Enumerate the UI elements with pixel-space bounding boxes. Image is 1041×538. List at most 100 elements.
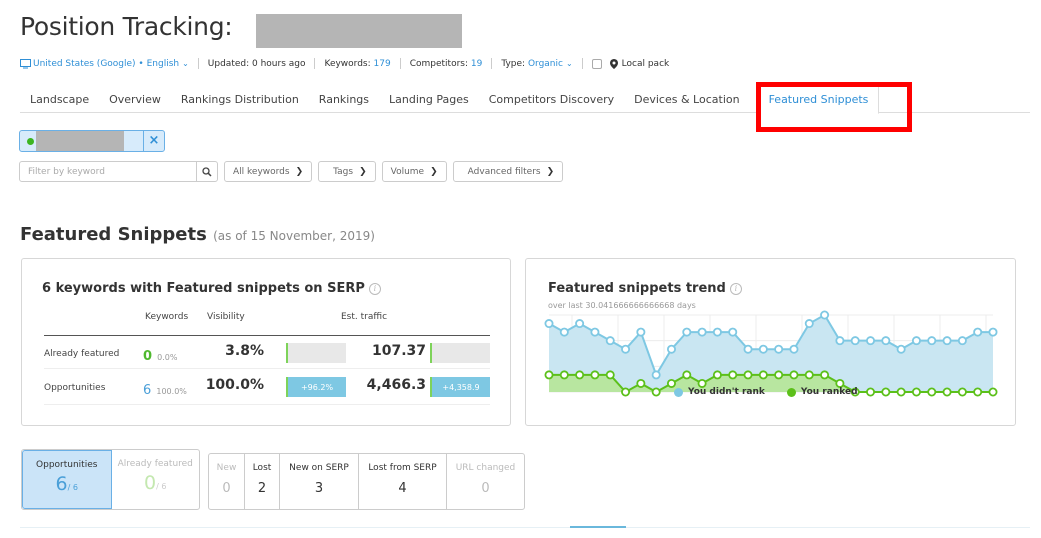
bottom-divider <box>20 527 1030 528</box>
type-selector[interactable]: Type: Organic ⌄ <box>501 59 572 69</box>
keywords-label: Keywords: <box>324 58 371 69</box>
traffic-value: 107.37 <box>371 343 426 359</box>
point-didnt-rank <box>728 327 738 337</box>
chevron-down-icon: ❯ <box>546 166 555 177</box>
keyword-count: 0 0.0% <box>143 345 177 364</box>
info-icon[interactable]: i <box>368 282 381 295</box>
all-keywords-dropdown[interactable]: All keywords ❯ <box>224 161 313 182</box>
legend-label-ranked[interactable]: You ranked <box>801 387 858 397</box>
point-ranked <box>682 370 692 380</box>
keyword-count-pct: 100.0% <box>156 387 187 396</box>
keyword-filter-input[interactable] <box>20 162 196 181</box>
legend-dot-ranked <box>786 387 796 397</box>
table-header-divider <box>44 335 490 336</box>
section-title-text: Featured Snippets <box>20 224 207 245</box>
point-ranked <box>743 370 753 380</box>
tab-competitors-discovery[interactable]: Competitors Discovery <box>479 84 624 113</box>
tab-overview[interactable]: Overview <box>99 84 171 113</box>
point-didnt-rank <box>911 336 921 346</box>
change-tab-new[interactable]: New 0 <box>209 454 245 509</box>
competitors-value[interactable]: 19 <box>471 59 482 69</box>
location-selector[interactable]: United States (Google) • English ⌄ <box>20 58 189 69</box>
desktop-icon <box>20 58 31 68</box>
divider <box>491 58 493 69</box>
point-didnt-rank <box>820 310 830 320</box>
visibility-delta: +96.2% <box>300 382 334 392</box>
tab-landing-pages[interactable]: Landing Pages <box>379 84 479 113</box>
volume-dropdown[interactable]: Volume ❯ <box>381 161 447 182</box>
divider <box>399 58 401 69</box>
point-ranked <box>605 370 615 380</box>
trend-card-title-text: Featured snippets trend <box>548 281 726 296</box>
point-ranked <box>544 370 554 380</box>
legend-label-didnt-rank[interactable]: You didn't rank <box>688 387 765 397</box>
traffic-value: 4,466.3 <box>366 377 426 393</box>
point-didnt-rank <box>590 327 600 337</box>
competitors-label: Competitors: <box>409 58 469 69</box>
point-didnt-rank <box>575 319 585 329</box>
tab-landscape[interactable]: Landscape <box>20 84 99 113</box>
status-tab-value: 6/ 6 <box>23 473 111 495</box>
change-tab-new-on-serp[interactable]: New on SERP 3 <box>280 454 359 509</box>
point-didnt-rank <box>636 327 646 337</box>
point-didnt-rank <box>881 336 891 346</box>
location-label: United States (Google) • English <box>33 58 180 69</box>
divider <box>581 58 583 69</box>
traffic-bar: +4,358.9 <box>430 377 490 397</box>
tab-devices-location[interactable]: Devices & Location <box>624 84 749 113</box>
change-tab-value: 4 <box>398 481 407 496</box>
status-tab-label: Opportunities <box>36 460 98 470</box>
redacted-domain <box>256 14 462 48</box>
point-didnt-rank <box>758 344 768 354</box>
local-pack-label: Local pack <box>621 58 670 69</box>
advanced-filters-dropdown[interactable]: Advanced filters ❯ <box>452 161 564 182</box>
status-total: / 6 <box>67 483 78 492</box>
point-didnt-rank <box>544 319 554 329</box>
volume-label: Volume <box>390 166 425 177</box>
point-didnt-rank <box>621 344 631 354</box>
status-tab-opportunities[interactable]: Opportunities 6/ 6 <box>22 450 112 509</box>
change-tab-url-changed[interactable]: URL changed 0 <box>447 454 524 509</box>
divider <box>197 58 199 69</box>
point-didnt-rank <box>651 370 661 380</box>
keyword-count-value[interactable]: 6 <box>143 383 151 398</box>
annotation-highlight-box <box>756 82 912 132</box>
point-didnt-rank <box>896 344 906 354</box>
local-pack-checkbox[interactable] <box>591 58 602 69</box>
change-tab-lost-from-serp[interactable]: Lost from SERP 4 <box>359 454 447 509</box>
point-ranked <box>896 387 906 397</box>
change-tab-lost[interactable]: Lost 2 <box>245 454 280 509</box>
map-pin-icon <box>609 58 618 69</box>
point-didnt-rank <box>743 344 753 354</box>
point-didnt-rank <box>835 336 845 346</box>
point-didnt-rank <box>866 336 876 346</box>
point-didnt-rank <box>973 327 983 337</box>
status-tab-already-featured[interactable]: Already featured 0/ 6 <box>112 450 200 509</box>
point-didnt-rank <box>682 327 692 337</box>
summary-card-title: 6 keywords with Featured snippets on SER… <box>42 281 381 296</box>
close-icon[interactable]: × <box>143 131 164 151</box>
keywords-value[interactable]: 179 <box>374 59 391 69</box>
featured-snippets-summary-card: 6 keywords with Featured snippets on SER… <box>21 258 511 426</box>
divider <box>314 58 316 69</box>
point-ranked <box>728 370 738 380</box>
visibility-value: 100.0% <box>205 377 264 393</box>
keywords-count: Keywords: 179 <box>324 59 390 69</box>
status-dot-icon <box>27 137 34 145</box>
competitors-count: Competitors: 19 <box>410 59 483 69</box>
status-count: 0 <box>144 472 157 494</box>
tab-rankings-distribution[interactable]: Rankings Distribution <box>171 84 309 113</box>
point-ranked <box>621 387 631 397</box>
point-didnt-rank <box>666 344 676 354</box>
updated-status: Updated: 0 hours ago <box>207 58 306 69</box>
change-segment: New 0 Lost 2 New on SERP 3 Lost from SER… <box>208 453 525 510</box>
search-icon[interactable] <box>196 162 217 181</box>
advanced-filters-label: Advanced filters <box>467 166 541 177</box>
traffic-delta: +4,358.9 <box>442 382 480 392</box>
info-icon[interactable]: i <box>729 282 742 295</box>
bottom-tab-indicator <box>570 526 626 528</box>
point-ranked <box>774 370 784 380</box>
tags-dropdown[interactable]: Tags ❯ <box>318 161 376 182</box>
tab-rankings[interactable]: Rankings <box>309 84 379 113</box>
point-ranked <box>988 387 998 397</box>
